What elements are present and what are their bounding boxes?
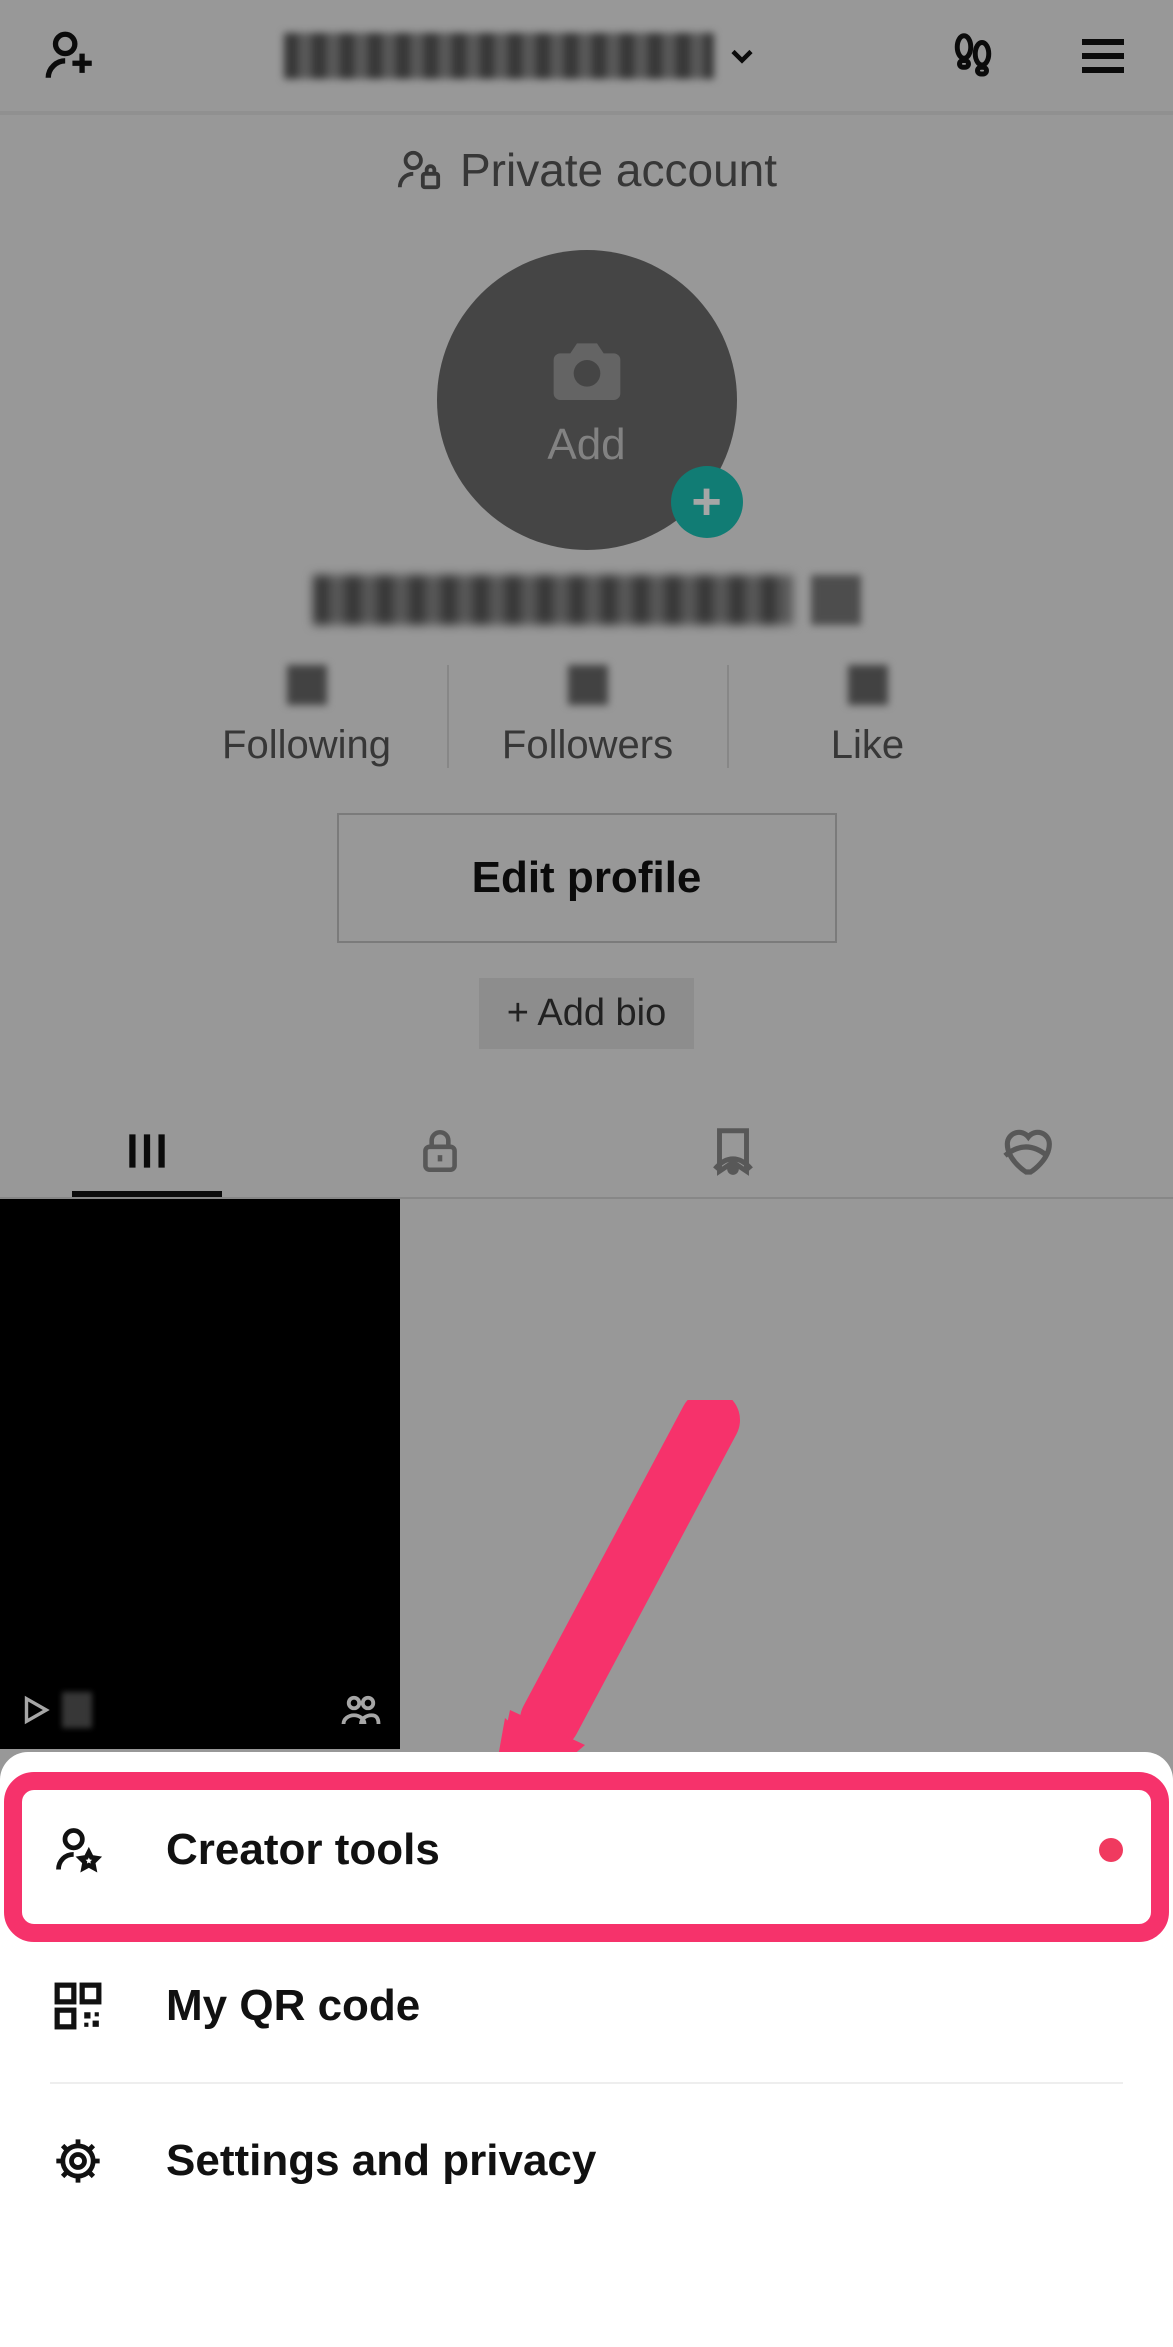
- username-dropdown[interactable]: [284, 33, 760, 79]
- add-friends-icon[interactable]: [40, 26, 100, 86]
- person-lock-icon: [396, 147, 442, 193]
- profile-tabs: [0, 1104, 1173, 1199]
- tab-liked[interactable]: [880, 1104, 1173, 1197]
- stat-likes[interactable]: Like: [727, 665, 1007, 768]
- add-bio-label: + Add bio: [507, 992, 667, 1034]
- edit-profile-label: Edit profile: [472, 853, 702, 903]
- badge-obscured: [811, 575, 861, 625]
- profile-section: Add + Following Followers Like Edit prof…: [0, 225, 1173, 1199]
- menu-label: Settings and privacy: [166, 2136, 596, 2186]
- notification-dot: [1099, 1838, 1123, 1862]
- stat-following[interactable]: Following: [167, 665, 447, 768]
- avatar-add-button[interactable]: +: [671, 466, 743, 538]
- add-bio-button[interactable]: + Add bio: [479, 978, 695, 1049]
- people-icon: [340, 1689, 382, 1731]
- menu-label: My QR code: [166, 1981, 420, 2031]
- bookmark-hidden-icon: [706, 1124, 760, 1178]
- private-account-banner: Private account: [0, 115, 1173, 225]
- avatar-add-label: Add: [547, 420, 625, 470]
- camera-icon: [537, 330, 637, 410]
- menu-item-qr-code[interactable]: My QR code: [50, 1927, 1123, 2082]
- followers-label: Followers: [502, 723, 673, 768]
- play-icon: [18, 1693, 52, 1727]
- qr-icon: [50, 1981, 106, 2031]
- private-account-label: Private account: [460, 143, 777, 197]
- profile-username: [313, 575, 861, 625]
- person-star-icon: [50, 1824, 106, 1876]
- username-obscured: [313, 575, 793, 625]
- menu-item-creator-tools[interactable]: Creator tools: [50, 1772, 1123, 1927]
- footsteps-icon[interactable]: [943, 26, 1003, 86]
- video-thumbnail[interactable]: [0, 1199, 400, 1749]
- avatar[interactable]: Add +: [437, 250, 737, 550]
- hamburger-menu-icon[interactable]: [1073, 26, 1133, 86]
- stats-row: Following Followers Like: [167, 665, 1007, 768]
- menu-sheet: Creator tools My QR code Settings and pr…: [0, 1752, 1173, 2347]
- followers-count-obscured: [568, 665, 608, 705]
- tab-saved[interactable]: [587, 1104, 880, 1197]
- video-views: [18, 1692, 92, 1728]
- tab-private[interactable]: [293, 1104, 586, 1197]
- likes-count-obscured: [848, 665, 888, 705]
- stat-followers[interactable]: Followers: [447, 665, 727, 768]
- profile-header: [0, 0, 1173, 115]
- grid-icon: [122, 1126, 172, 1176]
- gear-icon: [50, 2135, 106, 2187]
- following-count-obscured: [287, 665, 327, 705]
- edit-profile-button[interactable]: Edit profile: [337, 813, 837, 943]
- lock-icon: [415, 1126, 465, 1176]
- menu-item-settings[interactable]: Settings and privacy: [50, 2082, 1123, 2237]
- following-label: Following: [222, 723, 391, 768]
- views-count-obscured: [62, 1692, 92, 1728]
- heart-hidden-icon: [998, 1123, 1054, 1179]
- tab-grid[interactable]: [0, 1104, 293, 1197]
- menu-label: Creator tools: [166, 1825, 440, 1875]
- likes-label: Like: [831, 723, 904, 768]
- username-obscured: [284, 33, 714, 79]
